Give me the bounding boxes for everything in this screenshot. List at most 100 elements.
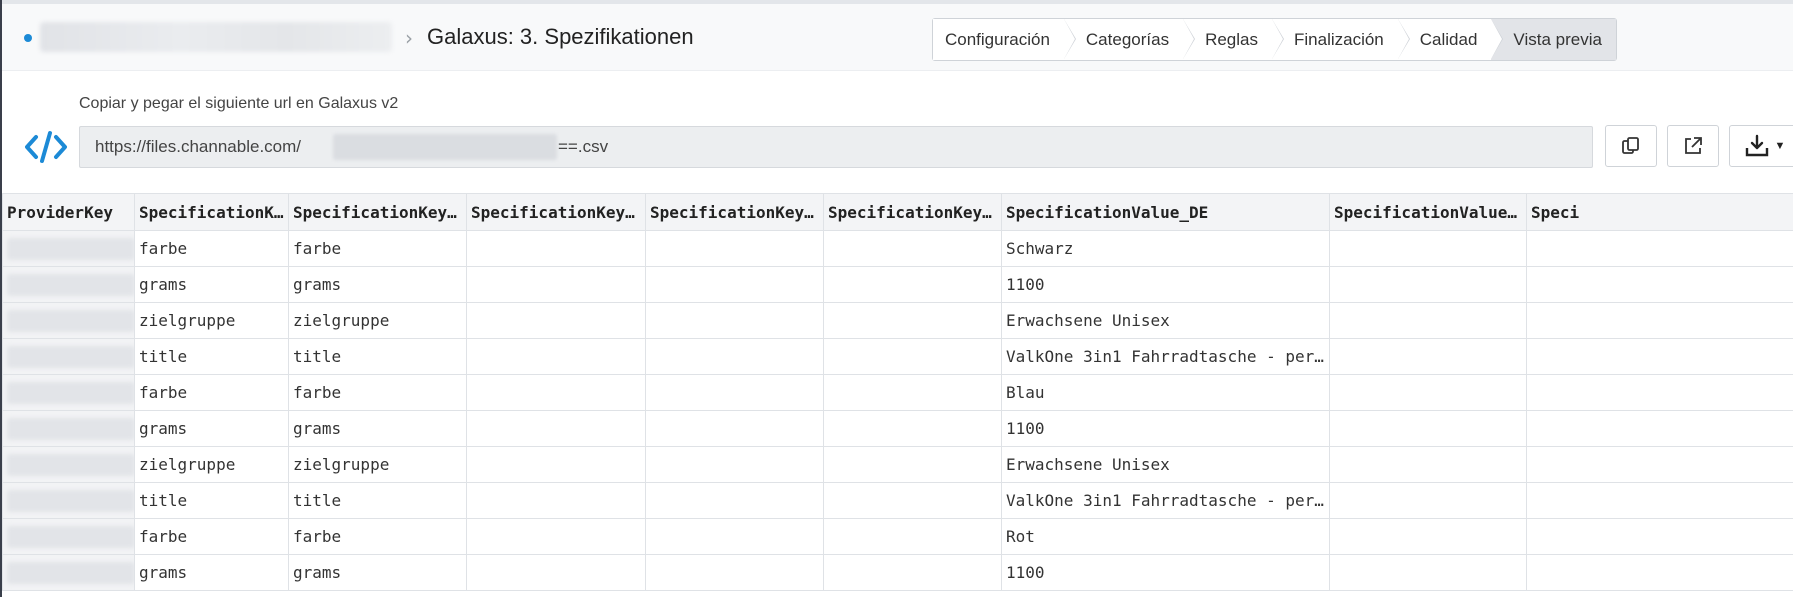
cell-spec-value-fr <box>1329 446 1527 483</box>
cell-spec-key-it <box>823 554 1002 591</box>
cell-spec-key-it <box>823 446 1002 483</box>
table-row[interactable]: farbe farbe Rot <box>2 518 1793 555</box>
cell-spec-cut <box>1526 374 1793 411</box>
cell-spec-key-it <box>823 230 1002 267</box>
cell-spec-key-de: grams <box>288 554 467 591</box>
table-row[interactable]: title title ValkOne 3in1 Fahrradtasche - p… <box>2 482 1793 519</box>
cell-spec-value-de: ValkOne 3in1 Fahrradtasche - perfe… <box>1001 338 1330 375</box>
cell-spec-key-it <box>823 266 1002 303</box>
col-spec-key[interactable]: SpecificationKey <box>134 193 289 231</box>
step-vista-previa[interactable]: Vista previa <box>1491 19 1616 60</box>
chevron-right-icon: › <box>405 26 413 50</box>
cell-spec-value-fr <box>1329 266 1527 303</box>
page-header: › Galaxus: 3. Spezifikationen Configurac… <box>2 4 1793 71</box>
cell-spec-key-fr <box>466 374 646 411</box>
provider-key-blur <box>7 273 134 296</box>
table-row[interactable]: farbe farbe Blau <box>2 374 1793 411</box>
cell-spec-key-fr <box>466 338 646 375</box>
cell-spec-value-fr <box>1329 374 1527 411</box>
cell-spec-key: title <box>134 338 289 375</box>
cell-spec-key-it <box>823 482 1002 519</box>
cell-spec-value-fr <box>1329 554 1527 591</box>
table-row[interactable]: zielgruppe zielgruppe Erwachsene Unisex <box>2 302 1793 339</box>
cell-spec-cut <box>1526 266 1793 303</box>
cell-spec-key: title <box>134 482 289 519</box>
table-row[interactable]: farbe farbe Schwarz <box>2 230 1793 267</box>
cell-spec-value-fr <box>1329 482 1527 519</box>
cell-spec-value-de: Blau <box>1001 374 1330 411</box>
url-prefix: https://files.channable.com/ <box>95 137 302 156</box>
cell-provider-key-redacted <box>2 410 135 447</box>
cell-spec-value-fr <box>1329 410 1527 447</box>
cell-spec-key-de: title <box>288 338 467 375</box>
cell-spec-key-en <box>645 518 824 555</box>
col-spec-key-en[interactable]: SpecificationKey_EN <box>645 193 824 231</box>
cell-spec-value-de: ValkOne 3in1 Fahrradtasche - perfe… <box>1001 482 1330 519</box>
code-icon <box>25 131 67 163</box>
cell-spec-value-de: Rot <box>1001 518 1330 555</box>
copy-icon <box>1622 137 1639 154</box>
cell-spec-value-de: Erwachsene Unisex <box>1001 446 1330 483</box>
step-finalizacion[interactable]: Finalización <box>1272 19 1410 60</box>
download-icon <box>1745 134 1768 157</box>
cell-spec-key: grams <box>134 410 289 447</box>
col-spec-key-it[interactable]: SpecificationKey_IT <box>823 193 1002 231</box>
cell-spec-value-de: Erwachsene Unisex <box>1001 302 1330 339</box>
cell-spec-key-fr <box>466 410 646 447</box>
cell-spec-key: grams <box>134 266 289 303</box>
cell-provider-key-redacted <box>2 338 135 375</box>
cell-provider-key-redacted <box>2 266 135 303</box>
cell-spec-key-it <box>823 374 1002 411</box>
cell-spec-key: grams <box>134 554 289 591</box>
step-reglas[interactable]: Reglas <box>1183 19 1284 60</box>
cell-spec-cut <box>1526 518 1793 555</box>
cell-provider-key-redacted <box>2 518 135 555</box>
cell-spec-cut <box>1526 302 1793 339</box>
copy-button[interactable] <box>1605 125 1657 167</box>
cell-spec-key-en <box>645 446 824 483</box>
cell-spec-key-en <box>645 338 824 375</box>
cell-spec-value-de: 1100 <box>1001 410 1330 447</box>
preview-table[interactable]: ProviderKey SpecificationKey Specificati… <box>2 193 1793 597</box>
cell-spec-key-fr <box>466 554 646 591</box>
col-spec-key-fr[interactable]: SpecificationKey_FR <box>466 193 646 231</box>
provider-key-blur <box>7 345 134 368</box>
col-spec-value-fr[interactable]: SpecificationValue_FR <box>1329 193 1527 231</box>
cell-spec-cut <box>1526 410 1793 447</box>
col-spec-value-de[interactable]: SpecificationValue_DE <box>1001 193 1330 231</box>
cell-spec-key-it <box>823 302 1002 339</box>
cell-spec-cut <box>1526 338 1793 375</box>
table-row[interactable]: title title ValkOne 3in1 Fahrradtasche - p… <box>2 338 1793 375</box>
cell-spec-key-en <box>645 554 824 591</box>
step-categorias[interactable]: Categorías <box>1063 19 1196 60</box>
col-spec-key-de[interactable]: SpecificationKey_DE <box>288 193 467 231</box>
breadcrumb-redacted[interactable] <box>40 22 392 52</box>
cell-spec-key: farbe <box>134 518 289 555</box>
table-row[interactable]: grams grams 1100 <box>2 266 1793 303</box>
table-row[interactable]: grams grams 1100 <box>2 554 1793 591</box>
url-suffix: ==.csv <box>558 137 609 156</box>
cell-provider-key-redacted <box>2 482 135 519</box>
export-url-field[interactable]: https://files.channable.com/ ==.csv <box>79 126 1593 168</box>
cell-spec-key-de: farbe <box>288 230 467 267</box>
caret-down-icon: ▼ <box>1774 140 1786 152</box>
table-row[interactable]: zielgruppe zielgruppe Erwachsene Unisex <box>2 446 1793 483</box>
step-calidad[interactable]: Calidad <box>1397 19 1504 60</box>
table-row[interactable]: grams grams 1100 <box>2 410 1793 447</box>
cell-spec-key: zielgruppe <box>134 302 289 339</box>
col-spec-cut[interactable]: Speci <box>1526 193 1793 231</box>
cell-spec-key-en <box>645 266 824 303</box>
col-provider-key[interactable]: ProviderKey <box>2 193 135 231</box>
step-wizard: Configuración Categorías Reglas Finaliza… <box>932 18 1617 61</box>
cell-spec-key-it <box>823 518 1002 555</box>
cell-spec-key-de: zielgruppe <box>288 446 467 483</box>
cell-spec-key-de: farbe <box>288 374 467 411</box>
open-external-button[interactable] <box>1667 125 1719 167</box>
cell-spec-value-de: 1100 <box>1001 554 1330 591</box>
page-title: Galaxus: 3. Spezifikationen <box>427 24 694 49</box>
cell-spec-key-fr <box>466 302 646 339</box>
cell-spec-key-en <box>645 410 824 447</box>
step-configuracion[interactable]: Configuración <box>933 19 1076 60</box>
download-button[interactable]: ▼ <box>1729 125 1793 167</box>
cell-spec-value-fr <box>1329 338 1527 375</box>
